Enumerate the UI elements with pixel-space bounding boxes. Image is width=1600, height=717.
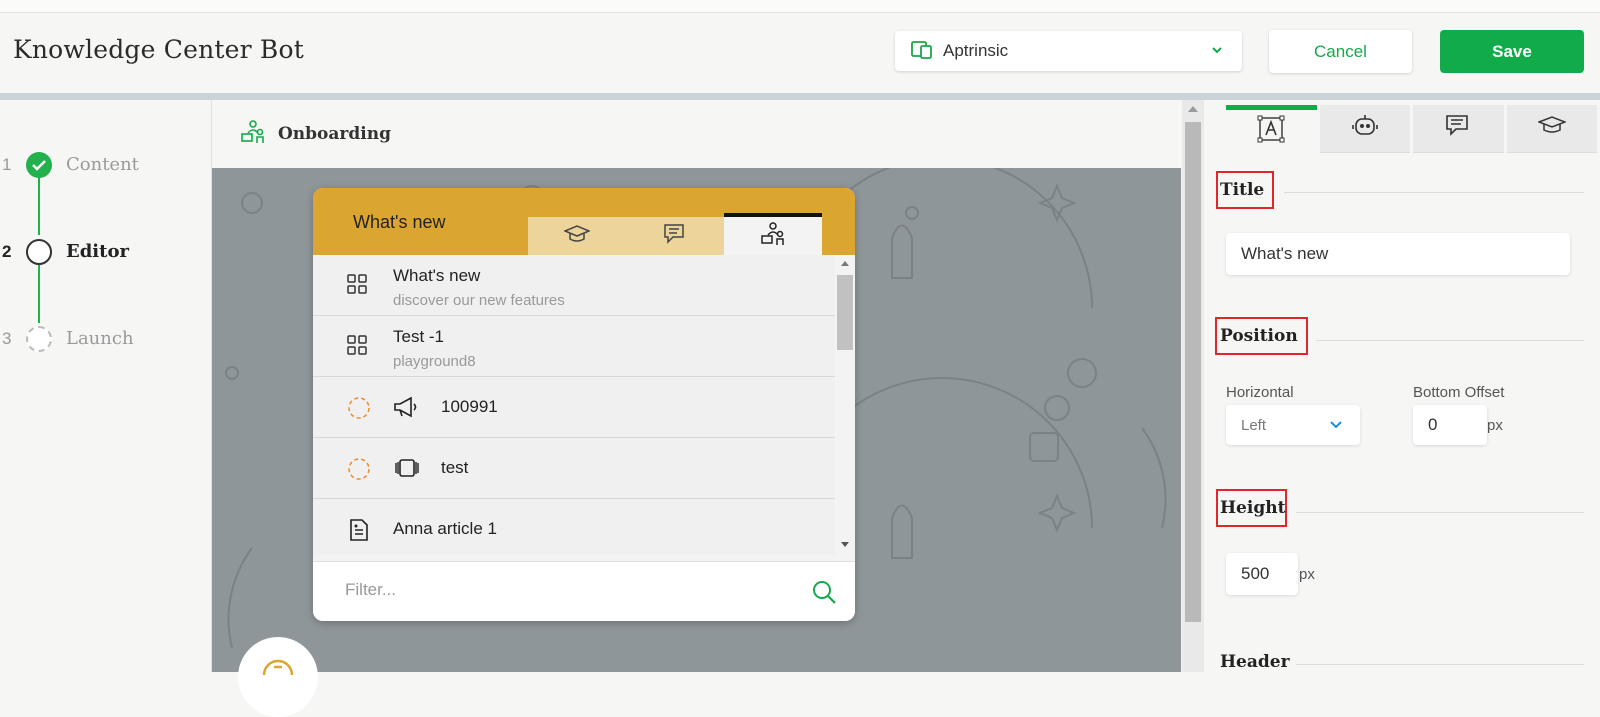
- preview-title: Onboarding: [278, 124, 391, 144]
- tab-courses[interactable]: [528, 217, 626, 255]
- scroll-up-icon[interactable]: [835, 255, 855, 271]
- horizontal-label: Horizontal: [1226, 384, 1294, 401]
- article-icon: [347, 518, 371, 547]
- onboarding-icon: [760, 221, 786, 252]
- step-circle-icon: [26, 326, 52, 352]
- horizontal-select[interactable]: Left: [1226, 405, 1360, 445]
- status-pending-icon: [347, 396, 371, 425]
- chevron-down-icon: [1210, 43, 1224, 62]
- list-item-subtitle: discover our new features: [393, 292, 565, 309]
- filter-input[interactable]: Filter...: [313, 561, 855, 621]
- chevron-down-icon: [1328, 418, 1344, 436]
- tab-text-settings[interactable]: [1226, 105, 1317, 153]
- check-icon: [26, 152, 52, 178]
- step-label: Launch: [66, 328, 134, 349]
- preview-scrollbar[interactable]: [1182, 100, 1204, 672]
- page-title: Knowledge Center Bot: [13, 35, 304, 64]
- step-connector: [38, 175, 40, 235]
- onboarding-icon: [240, 119, 266, 150]
- step-number: 1: [2, 155, 12, 174]
- list-item-title: test: [441, 458, 469, 477]
- devices-icon: [911, 39, 933, 64]
- cancel-button[interactable]: Cancel: [1269, 30, 1412, 73]
- app-select[interactable]: Aptrinsic: [895, 31, 1242, 71]
- kc-bot-widget: What's new What's new discover our new f…: [313, 188, 855, 621]
- bottom-offset-unit: px: [1487, 417, 1503, 434]
- list-item-title: What's new: [393, 266, 481, 285]
- carousel-icon: [393, 457, 421, 484]
- section-header-heading: Header: [1220, 652, 1290, 672]
- app-select-value: Aptrinsic: [943, 41, 1009, 60]
- scrollbar-thumb[interactable]: [1185, 122, 1201, 622]
- widget-title: What's new: [353, 212, 446, 232]
- step-label: Content: [66, 154, 139, 175]
- list-item-subtitle: playground8: [393, 353, 476, 370]
- bottom-offset-label: Bottom Offset: [1413, 384, 1505, 401]
- filter-placeholder: Filter...: [345, 580, 397, 599]
- scroll-down-icon[interactable]: [835, 537, 855, 553]
- section-title-heading: Title: [1220, 180, 1265, 200]
- step-launch[interactable]: 3 Launch: [0, 324, 211, 354]
- step-number: 3: [2, 329, 12, 348]
- step-circle-icon: [26, 239, 52, 265]
- list-item[interactable]: test: [313, 438, 835, 499]
- widget-list[interactable]: What's new discover our new features Tes…: [313, 255, 835, 555]
- robot-icon: [1351, 113, 1379, 144]
- widget-launcher-button[interactable]: [238, 637, 318, 717]
- step-editor[interactable]: 2 Editor: [0, 237, 211, 267]
- search-icon[interactable]: [811, 579, 837, 610]
- preview-header: Onboarding: [212, 100, 1181, 168]
- chat-icon: [1445, 114, 1471, 143]
- step-label: Editor: [66, 241, 129, 262]
- launcher-icon: [262, 659, 294, 676]
- step-number: 2: [2, 242, 12, 261]
- list-item[interactable]: 100991: [313, 377, 835, 438]
- settings-panel: Title What's new Position Horizontal Lef…: [1204, 100, 1600, 672]
- title-input[interactable]: What's new: [1226, 233, 1570, 275]
- list-item[interactable]: Test -1 playground8: [313, 316, 835, 377]
- section-divider: [1316, 340, 1584, 341]
- horizontal-select-value: Left: [1241, 416, 1267, 434]
- height-unit: px: [1299, 566, 1315, 583]
- text-icon: [1257, 115, 1285, 148]
- wizard-steps: 1 Content 2 Editor 3 Launch: [0, 100, 211, 672]
- top-strip: [0, 0, 1600, 13]
- tab-bot-settings[interactable]: [1319, 105, 1410, 153]
- step-connector: [38, 263, 40, 323]
- save-button[interactable]: Save: [1440, 30, 1584, 73]
- list-item[interactable]: Anna article 1: [313, 499, 835, 555]
- list-item-title: Test -1: [393, 327, 445, 346]
- step-content[interactable]: 1 Content: [0, 150, 211, 180]
- widget-header: What's new: [313, 188, 855, 255]
- grid-icon: [347, 274, 367, 299]
- widget-scrollbar[interactable]: [835, 255, 855, 555]
- section-position-heading: Position: [1220, 326, 1298, 346]
- section-divider: [1284, 192, 1584, 193]
- section-height-heading: Height: [1220, 498, 1286, 518]
- grid-icon: [347, 335, 367, 360]
- chat-icon: [663, 223, 687, 250]
- graduation-cap-icon: [1536, 115, 1567, 142]
- tab-courses-settings[interactable]: [1506, 105, 1597, 153]
- list-item-title: Anna article 1: [393, 519, 497, 538]
- section-divider: [1296, 512, 1584, 513]
- tab-chat-settings[interactable]: [1413, 105, 1504, 153]
- bottom-offset-input[interactable]: 0: [1413, 405, 1487, 445]
- megaphone-icon: [393, 396, 419, 423]
- tab-bot[interactable]: [626, 217, 724, 255]
- height-input[interactable]: 500: [1226, 553, 1298, 595]
- list-item[interactable]: What's new discover our new features: [313, 255, 835, 316]
- status-pending-icon: [347, 457, 371, 486]
- header-divider: [0, 93, 1600, 100]
- list-item-title: 100991: [441, 397, 498, 416]
- tab-onboarding[interactable]: [724, 213, 822, 255]
- widget-scrollbar-thumb[interactable]: [837, 275, 853, 350]
- graduation-cap-icon: [563, 224, 591, 249]
- scroll-up-icon[interactable]: [1182, 100, 1204, 118]
- header: Knowledge Center Bot Aptrinsic Cancel Sa…: [0, 13, 1600, 93]
- settings-tabs: [1226, 105, 1600, 153]
- section-divider: [1296, 664, 1584, 665]
